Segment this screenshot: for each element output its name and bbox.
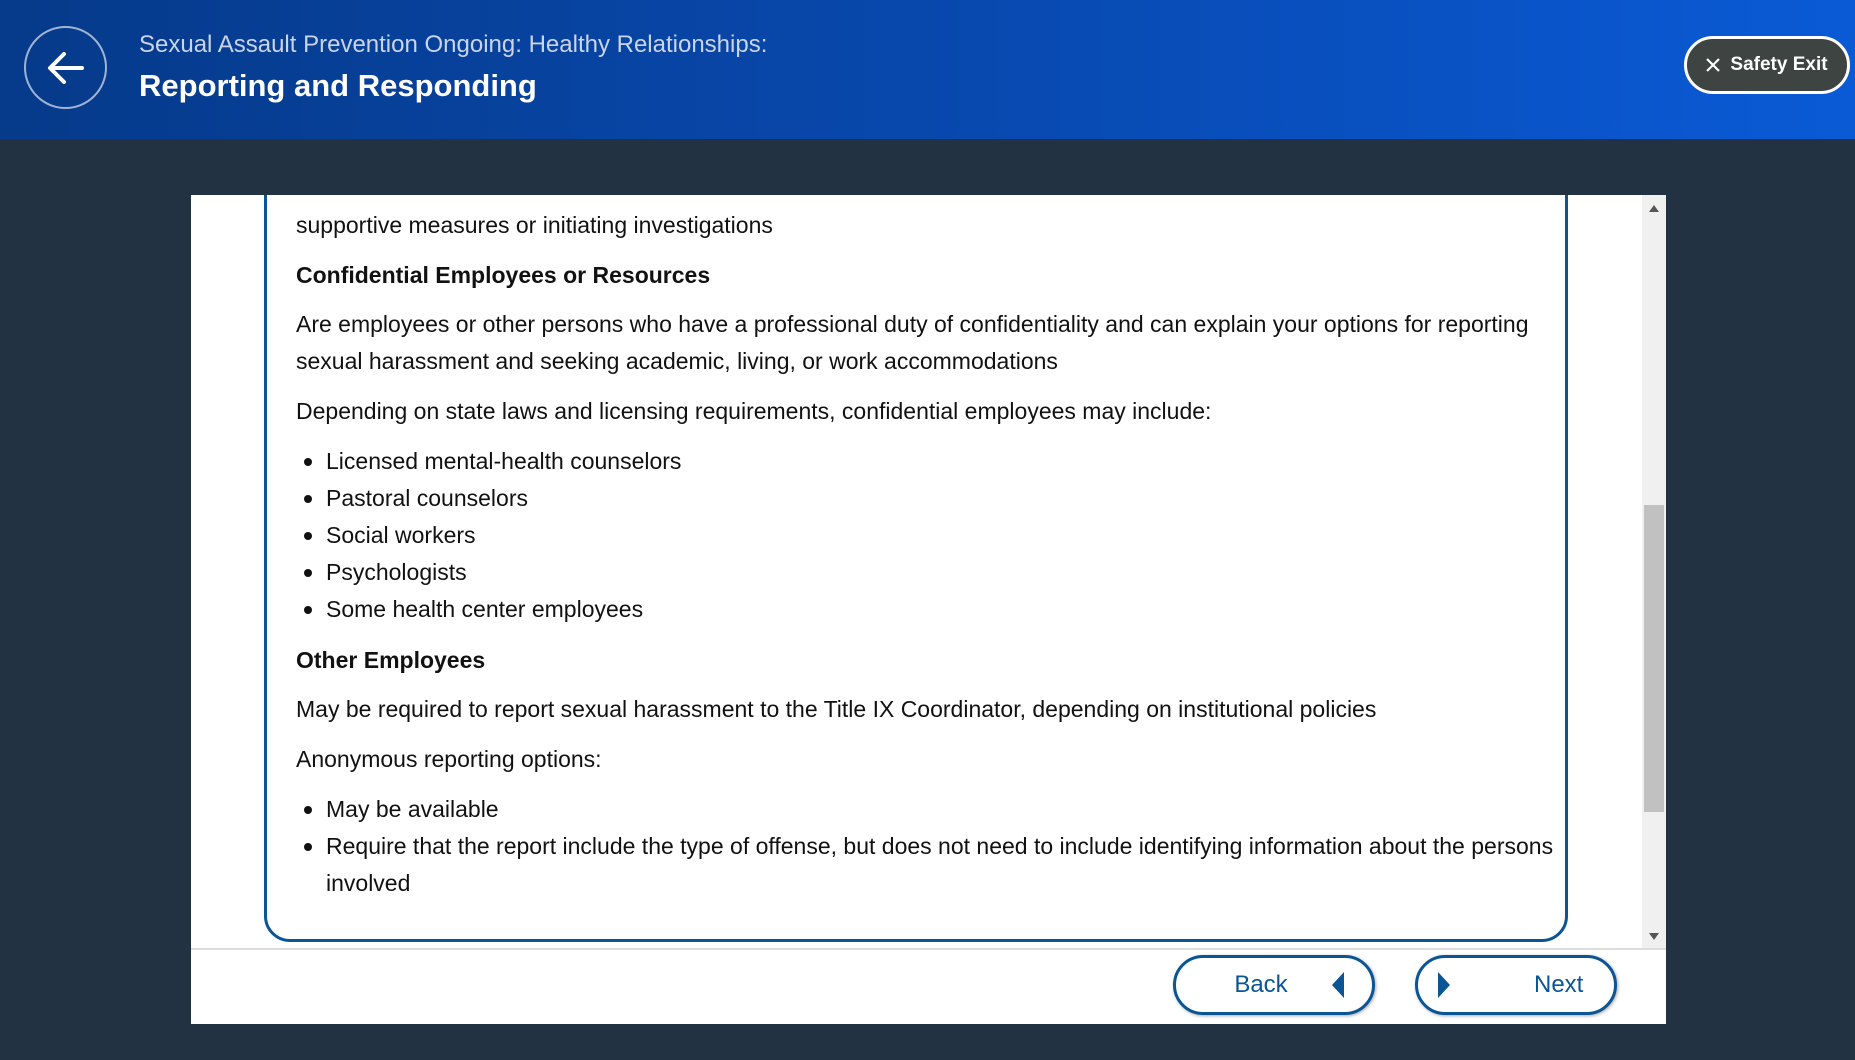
scroll-up-icon[interactable] bbox=[1649, 205, 1659, 212]
intro-text: supportive measures or initiating invest… bbox=[296, 212, 773, 238]
back-arrow-button[interactable] bbox=[24, 26, 107, 109]
safety-exit-button[interactable]: Safety Exit bbox=[1684, 36, 1850, 94]
triangle-left-icon bbox=[1331, 972, 1344, 998]
list-item: May be available bbox=[296, 791, 1556, 828]
list-item: Social workers bbox=[296, 517, 1556, 554]
scrollbar[interactable] bbox=[1642, 195, 1666, 948]
other-list: May be available Require that the report… bbox=[296, 791, 1556, 902]
page-title: Reporting and Responding bbox=[139, 68, 537, 103]
next-label: Next bbox=[1534, 971, 1584, 998]
back-button[interactable]: Back bbox=[1173, 955, 1375, 1015]
other-heading: Other Employees bbox=[296, 647, 486, 673]
list-item: Pastoral counselors bbox=[296, 480, 1556, 517]
confidential-list: Licensed mental-health counselors Pastor… bbox=[296, 443, 1556, 628]
arrow-left-icon bbox=[47, 51, 84, 84]
other-lead: Anonymous reporting options: bbox=[296, 746, 602, 772]
list-item: Require that the report include the type… bbox=[296, 828, 1556, 902]
other-desc: May be required to report sexual harassm… bbox=[296, 696, 1377, 722]
header: Sexual Assault Prevention Ongoing: Healt… bbox=[0, 0, 1855, 139]
list-item: Psychologists bbox=[296, 554, 1556, 591]
scroll-area: supportive measures or initiating invest… bbox=[191, 195, 1642, 948]
scrollbar-thumb[interactable] bbox=[1644, 505, 1664, 812]
course-subtitle: Sexual Assault Prevention Ongoing: Healt… bbox=[139, 31, 768, 58]
back-label: Back bbox=[1234, 971, 1288, 998]
triangle-right-icon bbox=[1438, 972, 1450, 998]
content-text: supportive measures or initiating invest… bbox=[296, 207, 1556, 916]
footer-nav: Back Next bbox=[191, 948, 1666, 1024]
scroll-down-icon[interactable] bbox=[1649, 933, 1659, 940]
content-panel: supportive measures or initiating invest… bbox=[191, 195, 1666, 1024]
list-item: Licensed mental-health counselors bbox=[296, 443, 1556, 480]
close-icon bbox=[1706, 58, 1721, 72]
next-button[interactable]: Next bbox=[1415, 955, 1617, 1015]
confidential-heading: Confidential Employees or Resources bbox=[296, 262, 711, 288]
safety-exit-label: Safety Exit bbox=[1730, 54, 1828, 75]
confidential-desc: Are employees or other persons who have … bbox=[296, 311, 1529, 374]
list-item: Some health center employees bbox=[296, 591, 1556, 628]
confidential-lead: Depending on state laws and licensing re… bbox=[296, 398, 1212, 424]
